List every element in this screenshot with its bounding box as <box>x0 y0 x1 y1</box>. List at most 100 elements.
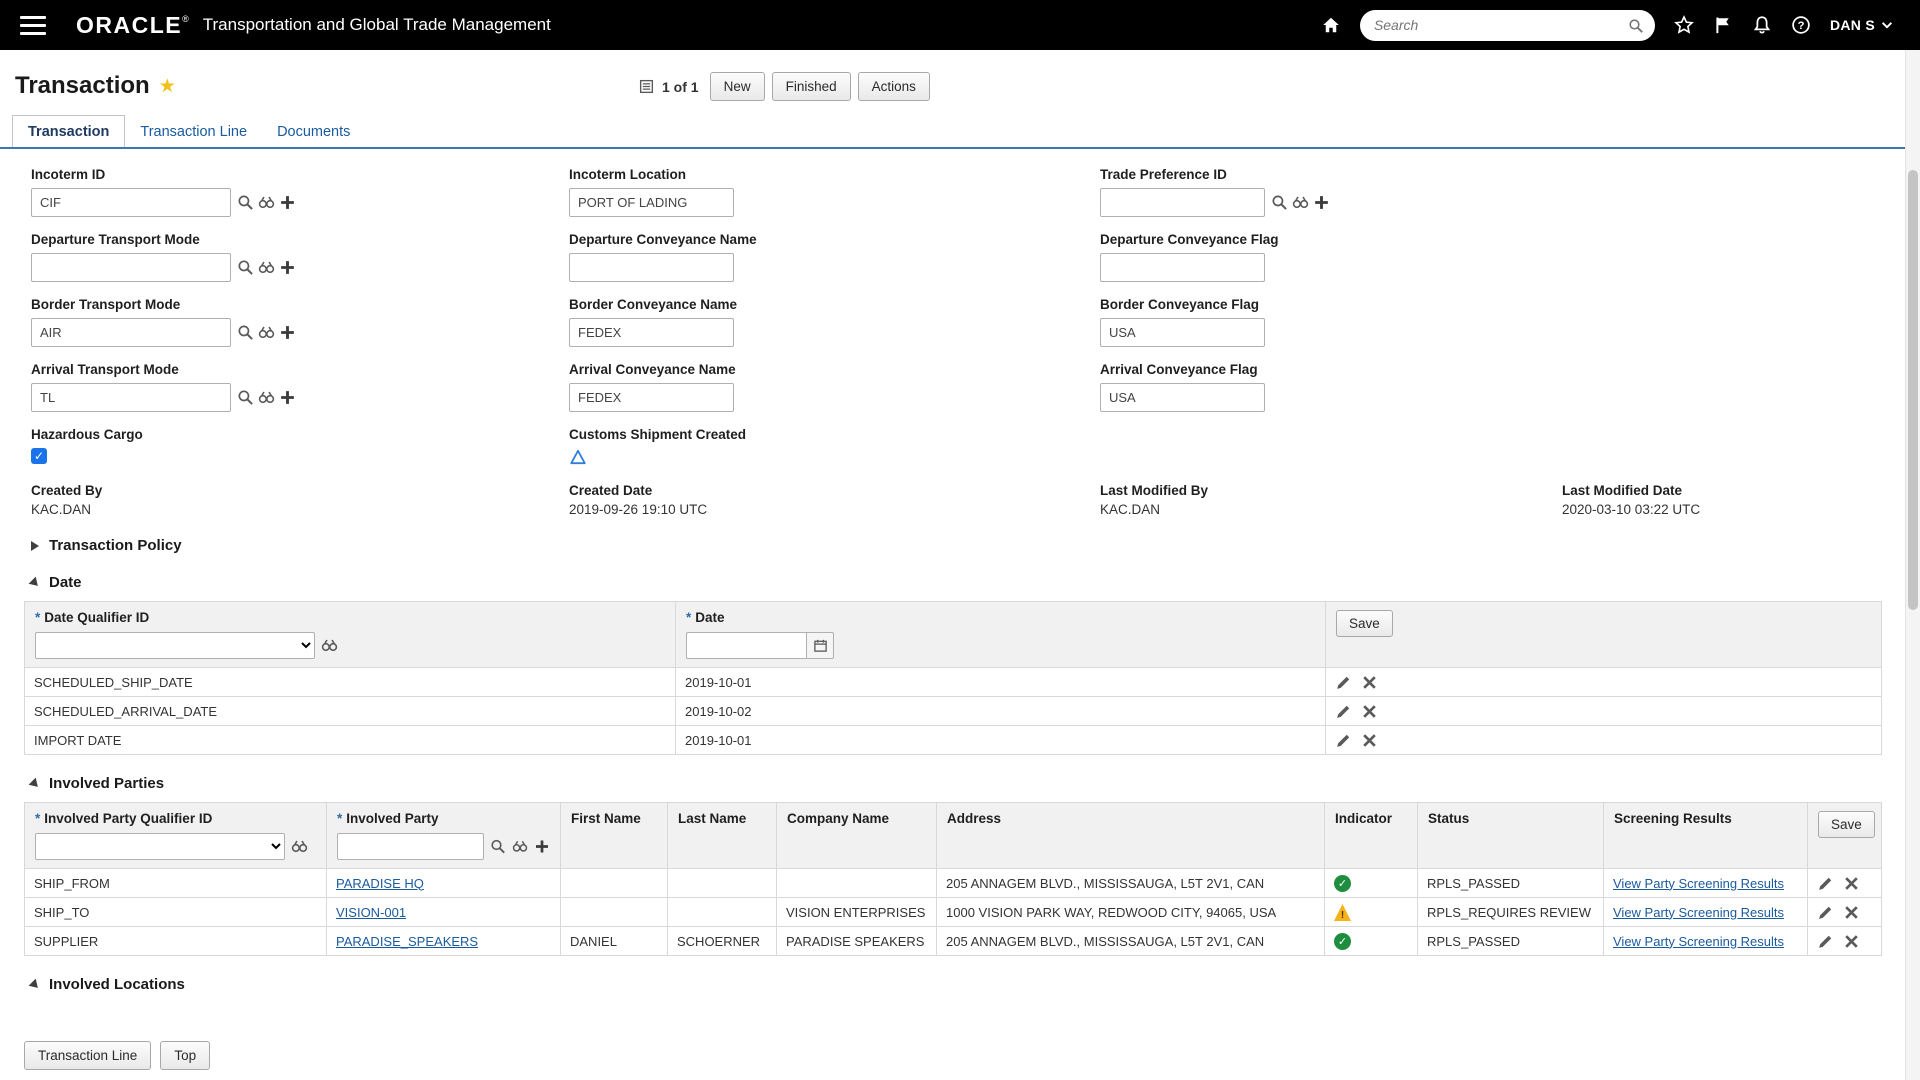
vertical-scrollbar[interactable] <box>1905 50 1920 1080</box>
arrival-conveyance-flag-input[interactable] <box>1100 383 1265 412</box>
party-link[interactable]: PARADISE HQ <box>336 876 424 891</box>
screening-results-link[interactable]: View Party Screening Results <box>1613 876 1784 891</box>
calendar-button[interactable] <box>806 632 834 659</box>
date-value-cell: 2019-10-01 <box>675 725 1326 755</box>
search-lookup-icon[interactable] <box>1271 194 1288 211</box>
date-input[interactable] <box>686 632 806 659</box>
tab-transaction[interactable]: Transaction <box>12 115 126 147</box>
edit-pencil-icon[interactable] <box>1817 904 1834 921</box>
delete-x-icon[interactable] <box>1843 875 1860 892</box>
status-cell: RPLS_PASSED <box>1417 926 1604 956</box>
field-created-date: Created Date 2019-09-26 19:10 UTC <box>569 483 1100 517</box>
search-lookup-icon[interactable] <box>237 324 254 341</box>
party-qualifier-select[interactable] <box>35 833 285 860</box>
add-plus-icon[interactable] <box>279 259 296 276</box>
binoculars-icon[interactable] <box>258 324 275 341</box>
binoculars-icon[interactable] <box>321 637 338 654</box>
search-lookup-icon[interactable] <box>237 194 254 211</box>
new-button[interactable]: New <box>709 72 765 101</box>
add-plus-icon[interactable] <box>279 194 296 211</box>
help-icon[interactable] <box>1791 15 1811 35</box>
top-button[interactable]: Top <box>160 1041 211 1070</box>
arrival-transport-mode-input[interactable] <box>31 383 231 412</box>
incoterm-id-input[interactable] <box>31 188 231 217</box>
tabbar: Transaction Transaction Line Documents <box>0 112 1920 149</box>
delete-x-icon[interactable] <box>1843 904 1860 921</box>
screening-results-link[interactable]: View Party Screening Results <box>1613 905 1784 920</box>
search-lookup-icon[interactable] <box>490 838 506 855</box>
binoculars-icon[interactable] <box>291 838 308 855</box>
edit-pencil-icon[interactable] <box>1335 703 1352 720</box>
date-qualifier-cell: IMPORT DATE <box>24 725 676 755</box>
row-actions <box>1325 696 1882 726</box>
add-plus-icon[interactable] <box>534 838 550 855</box>
border-conveyance-name-input[interactable] <box>569 318 734 347</box>
row-actions <box>1807 897 1882 927</box>
party-link[interactable]: PARADISE_SPEAKERS <box>336 934 478 949</box>
collapse-triangle-icon[interactable] <box>28 576 42 589</box>
binoculars-icon[interactable] <box>512 838 528 855</box>
hazardous-cargo-checkbox[interactable] <box>31 448 47 464</box>
binoculars-icon[interactable] <box>258 194 275 211</box>
date-qualifier-select[interactable] <box>35 632 315 659</box>
search-input[interactable] <box>1359 9 1655 41</box>
party-link[interactable]: VISION-001 <box>336 905 406 920</box>
last-modified-date-label: Last Modified Date <box>1562 483 1683 498</box>
date-save-button[interactable]: Save <box>1336 610 1393 637</box>
date-header: * Date <box>675 601 1326 668</box>
involved-party-input[interactable] <box>337 833 484 860</box>
edit-pencil-icon[interactable] <box>1817 875 1834 892</box>
collapse-triangle-icon[interactable] <box>28 978 42 991</box>
notifications-bell-icon[interactable] <box>1752 15 1772 35</box>
home-icon[interactable] <box>1321 15 1341 35</box>
edit-pencil-icon[interactable] <box>1335 674 1352 691</box>
finished-button[interactable]: Finished <box>771 72 851 101</box>
menu-icon[interactable] <box>20 15 46 35</box>
party-qualifier-header-label: Involved Party Qualifier ID <box>44 811 213 826</box>
trade-preference-id-input[interactable] <box>1100 188 1265 217</box>
last-modified-by-label: Last Modified By <box>1100 483 1209 498</box>
favorites-star-icon[interactable] <box>1674 15 1694 35</box>
field-last-modified-by: Last Modified By KAC.DAN <box>1100 483 1562 517</box>
search-lookup-icon[interactable] <box>237 259 254 276</box>
add-plus-icon[interactable] <box>279 324 296 341</box>
address-header: Address <box>936 802 1325 869</box>
edit-pencil-icon[interactable] <box>1817 933 1834 950</box>
delete-x-icon[interactable] <box>1361 732 1378 749</box>
actions-button[interactable]: Actions <box>857 72 930 101</box>
binoculars-icon[interactable] <box>258 259 275 276</box>
scrollbar-thumb[interactable] <box>1908 170 1918 610</box>
departure-conveyance-name-input[interactable] <box>569 253 734 282</box>
parties-table-header-row: * Involved Party Qualifier ID * Involved… <box>24 802 1882 869</box>
transaction-line-button[interactable]: Transaction Line <box>24 1041 152 1070</box>
user-menu[interactable]: DAN S <box>1830 17 1894 33</box>
departure-transport-mode-input[interactable] <box>31 253 231 282</box>
departure-conveyance-flag-input[interactable] <box>1100 253 1265 282</box>
parties-save-button[interactable]: Save <box>1818 811 1875 838</box>
tab-documents[interactable]: Documents <box>262 116 365 147</box>
add-plus-icon[interactable] <box>1313 194 1330 211</box>
lookup-icon-group <box>237 324 296 341</box>
add-plus-icon[interactable] <box>279 389 296 406</box>
flag-icon[interactable] <box>1713 15 1733 35</box>
incoterm-location-input[interactable] <box>569 188 734 217</box>
delete-x-icon[interactable] <box>1361 674 1378 691</box>
expand-triangle-icon[interactable] <box>31 540 39 551</box>
arrival-conveyance-name-input[interactable] <box>569 383 734 412</box>
delete-x-icon[interactable] <box>1843 933 1860 950</box>
delete-x-icon[interactable] <box>1361 703 1378 720</box>
section-title-involved-parties: Involved Parties <box>49 775 165 792</box>
border-conveyance-flag-input[interactable] <box>1100 318 1265 347</box>
search-icon[interactable] <box>1628 18 1644 34</box>
tab-transaction-line[interactable]: Transaction Line <box>125 116 262 147</box>
field-departure-conveyance-name: Departure Conveyance Name <box>569 232 1100 282</box>
border-transport-mode-input[interactable] <box>31 318 231 347</box>
favorite-star-icon[interactable] <box>159 77 176 96</box>
binoculars-icon[interactable] <box>258 389 275 406</box>
collapse-triangle-icon[interactable] <box>28 777 42 790</box>
search-lookup-icon[interactable] <box>237 389 254 406</box>
edit-pencil-icon[interactable] <box>1335 732 1352 749</box>
binoculars-icon[interactable] <box>1292 194 1309 211</box>
screening-results-link[interactable]: View Party Screening Results <box>1613 934 1784 949</box>
party-qualifier-cell: SHIP_FROM <box>24 868 327 898</box>
